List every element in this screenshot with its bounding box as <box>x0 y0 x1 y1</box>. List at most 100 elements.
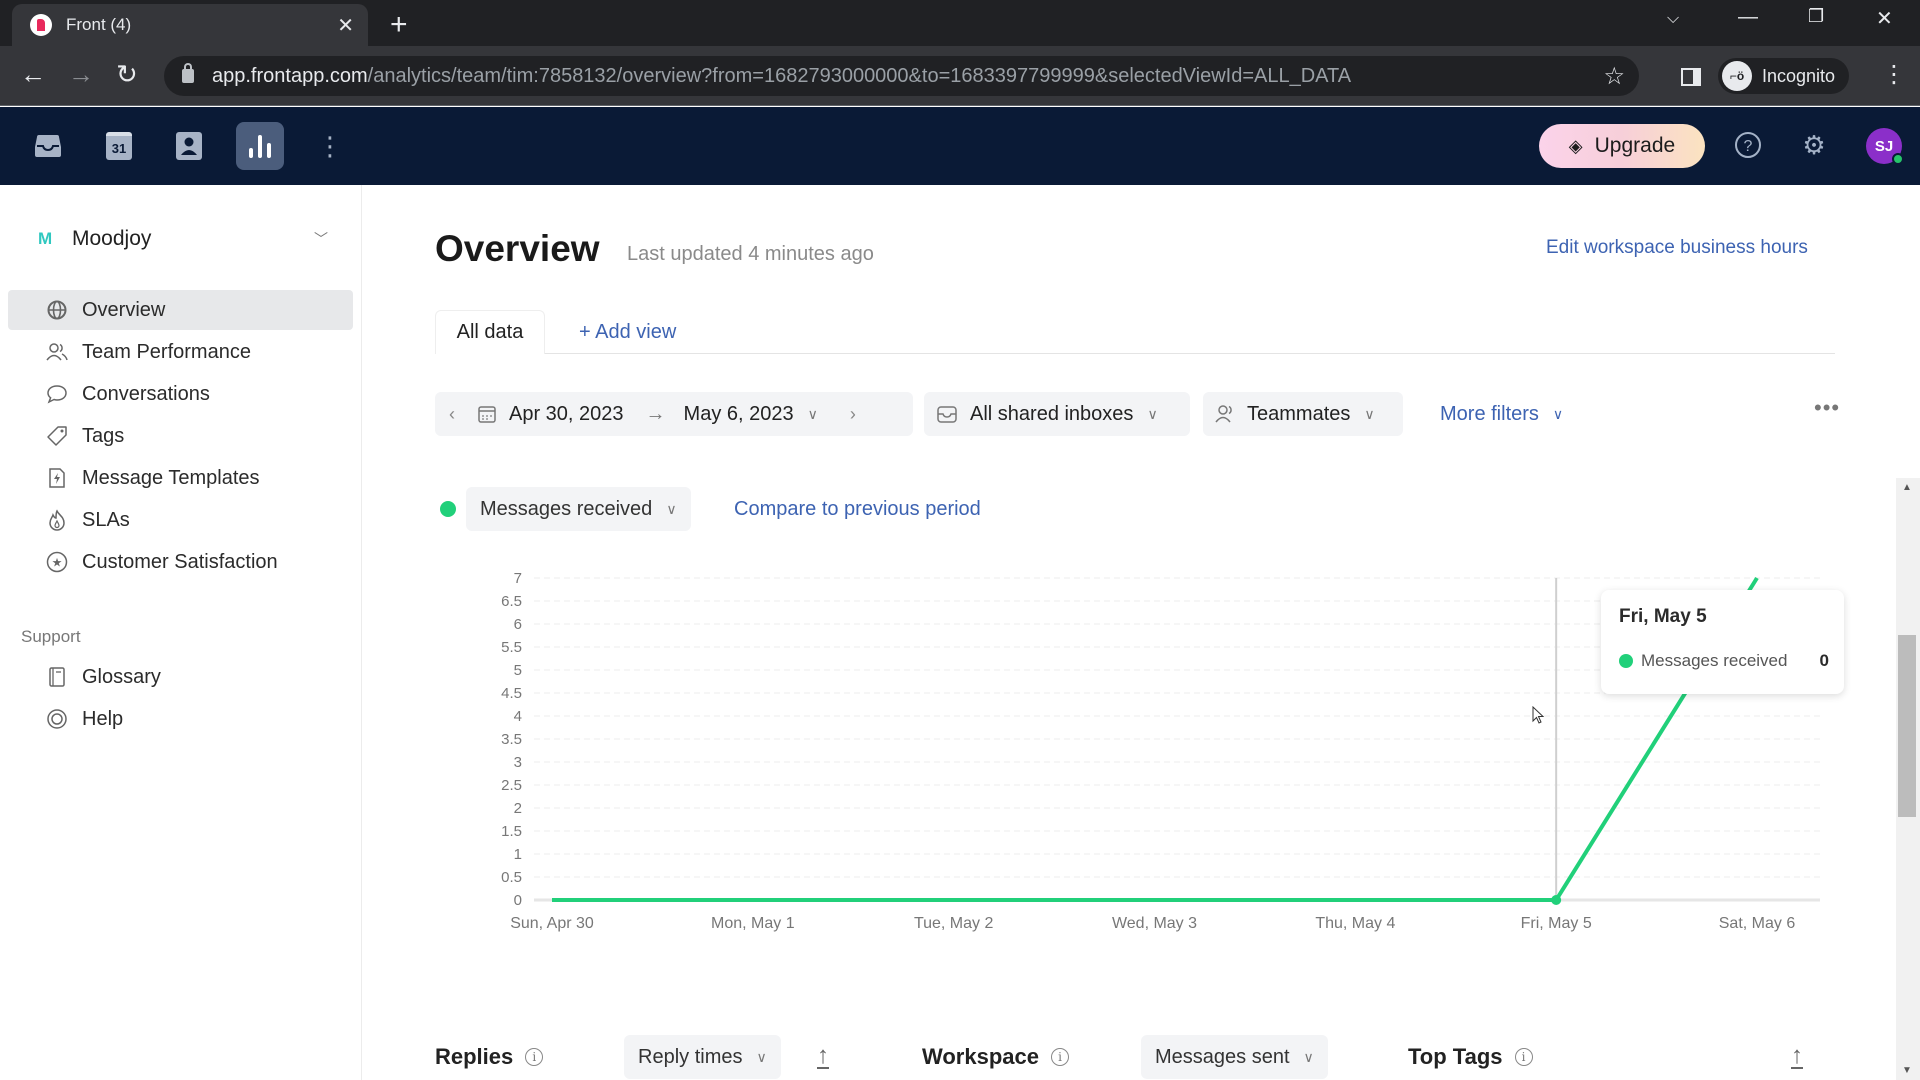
y-tick-label: 2 <box>514 800 522 817</box>
chevron-down-icon: ﹀ <box>314 231 328 247</box>
incognito-profile-button[interactable]: ⌐ö Incognito <box>1718 58 1850 94</box>
tab-all-data[interactable]: All data <box>435 310 545 354</box>
previous-period-icon[interactable]: ‹ <box>449 404 455 425</box>
browser-menu-icon[interactable]: ⋮ <box>1882 60 1906 89</box>
workspace-switcher[interactable]: M Moodjoy ﹀ <box>38 227 328 251</box>
inbox-nav-button[interactable] <box>28 126 68 166</box>
reply-times-label: Reply times <box>638 1045 743 1068</box>
y-tick-label: 6 <box>514 616 522 633</box>
sidebar-item-label: Message Templates <box>82 466 260 489</box>
analytics-nav-button[interactable] <box>236 122 284 170</box>
side-panel-icon[interactable] <box>1681 68 1701 86</box>
minimize-icon[interactable]: — <box>1738 6 1758 29</box>
messages-sent-selector[interactable]: Messages sent ∨ <box>1141 1035 1328 1079</box>
date-range-picker[interactable]: Apr 30, 2023 → May 6, 2023 ∨ <box>477 403 818 426</box>
sidebar-item-glossary[interactable]: Glossary <box>8 657 353 697</box>
reply-times-selector-wrap: Reply times ∨ <box>624 1035 781 1079</box>
next-period-icon[interactable]: › <box>850 404 856 425</box>
y-tick-label: 0 <box>514 892 522 909</box>
inbox-filter-label: All shared inboxes <box>970 402 1134 425</box>
export-icon[interactable]: ↑ <box>1791 1044 1803 1069</box>
sidebar-item-label: Conversations <box>82 382 210 405</box>
workspace-name: Moodjoy <box>72 227 152 250</box>
more-filters-label: More filters <box>1440 403 1539 425</box>
upgrade-button[interactable]: ◈ Upgrade <box>1539 124 1705 168</box>
sidebar: M Moodjoy ﹀ Overview Team Performance Co… <box>0 185 362 1080</box>
chevron-down-icon: ∨ <box>1552 406 1564 422</box>
sidebar-item-help[interactable]: Help <box>8 699 353 739</box>
more-apps-icon[interactable]: ⋮ <box>310 126 350 166</box>
top-tags-title: Top Tags <box>1408 1044 1503 1069</box>
tooltip-row: Messages received 0 <box>1619 651 1829 671</box>
info-icon[interactable]: i <box>525 1048 544 1066</box>
settings-button[interactable]: ⚙ <box>1798 129 1830 161</box>
compare-previous-period-link[interactable]: Compare to previous period <box>734 498 981 521</box>
address-bar[interactable]: app.frontapp.com/analytics/team/tim:7858… <box>164 56 1639 96</box>
teammates-filter-label: Teammates <box>1247 402 1351 425</box>
reply-times-selector[interactable]: Reply times ∨ <box>624 1035 781 1079</box>
sidebar-item-team-performance[interactable]: Team Performance <box>8 332 353 372</box>
info-icon[interactable]: i <box>1514 1048 1533 1066</box>
replies-title: Replies <box>435 1044 514 1069</box>
teammates-filter[interactable]: Teammates ∨ <box>1203 392 1403 436</box>
replies-export-wrap: ↑ <box>817 1035 829 1079</box>
date-to: May 6, 2023 <box>683 402 794 425</box>
sidebar-item-label: Customer Satisfaction <box>82 550 278 573</box>
sidebar-item-conversations[interactable]: Conversations <box>8 374 353 414</box>
new-tab-icon[interactable]: + <box>390 8 408 42</box>
contacts-nav-button[interactable] <box>169 126 209 166</box>
sidebar-item-label: Glossary <box>82 665 161 688</box>
chevron-down-icon: ∨ <box>666 500 677 517</box>
x-tick-label: Sun, Apr 30 <box>510 915 594 932</box>
sidebar-item-slas[interactable]: SLAs <box>8 500 353 540</box>
bookmark-star-icon[interactable]: ☆ <box>1603 62 1625 91</box>
lock-icon <box>182 63 194 83</box>
close-window-icon[interactable]: ✕ <box>1876 6 1893 31</box>
tabs-divider <box>435 353 1835 354</box>
more-filters-button[interactable]: More filters ∨ <box>1440 403 1563 426</box>
tooltip-series-label: Messages received <box>1641 651 1788 670</box>
sidebar-item-overview[interactable]: Overview <box>8 290 353 330</box>
sidebar-item-label: Team Performance <box>82 340 251 363</box>
scroll-down-arrow-icon[interactable]: ▼ <box>1902 1065 1912 1076</box>
metric-selector-label: Messages received <box>480 497 653 520</box>
tooltip-series-dot <box>1619 654 1633 668</box>
upgrade-label: Upgrade <box>1594 134 1676 157</box>
gear-icon: ⚙ <box>1802 129 1826 160</box>
reload-icon[interactable]: ↻ <box>116 60 138 88</box>
restore-icon[interactable]: ❐ <box>1808 6 1824 27</box>
replies-section-header: Replies i <box>435 1035 544 1079</box>
calendar-nav-button[interactable]: 31 <box>99 126 139 166</box>
workspace-title: Workspace <box>922 1044 1039 1069</box>
scrollbar-thumb[interactable] <box>1898 635 1916 817</box>
export-icon[interactable]: ↑ <box>817 1044 829 1069</box>
add-view-button[interactable]: + Add view <box>579 321 676 344</box>
sidebar-item-tags[interactable]: Tags <box>8 416 353 456</box>
more-options-icon[interactable]: ••• <box>1814 395 1840 421</box>
edit-business-hours-link[interactable]: Edit workspace business hours <box>1546 237 1808 259</box>
lightning-doc-icon <box>46 467 68 489</box>
online-status-dot <box>1892 153 1904 165</box>
highlighted-point <box>1551 895 1562 905</box>
info-icon[interactable]: i <box>1050 1048 1069 1066</box>
forward-icon[interactable]: → <box>68 60 94 88</box>
tab-search-chevron-icon[interactable]: ⌵ <box>1667 10 1679 28</box>
browser-tab[interactable]: Front (4) ✕ <box>12 4 368 46</box>
sidebar-item-customer-satisfaction[interactable]: ★ Customer Satisfaction <box>8 542 353 582</box>
inbox-filter[interactable]: All shared inboxes ∨ <box>924 392 1190 436</box>
chevron-down-icon: ∨ <box>1147 405 1158 422</box>
help-button[interactable]: ? <box>1732 129 1764 161</box>
mouse-cursor-icon <box>1532 706 1544 724</box>
page-scrollbar[interactable]: ▲ ▼ <box>1896 478 1920 1080</box>
metric-selector[interactable]: Messages received ∨ <box>466 487 691 531</box>
scroll-up-arrow-icon[interactable]: ▲ <box>1902 482 1912 493</box>
close-tab-icon[interactable]: ✕ <box>337 13 354 38</box>
lifebuoy-icon <box>46 708 68 730</box>
back-icon[interactable]: ← <box>20 60 46 88</box>
calendar-icon: 31 <box>106 132 132 160</box>
incognito-label: Incognito <box>1762 65 1836 86</box>
globe-icon <box>46 299 68 321</box>
sidebar-item-message-templates[interactable]: Message Templates <box>8 458 353 498</box>
user-avatar[interactable]: SJ <box>1866 128 1904 165</box>
x-tick-label: Wed, May 3 <box>1112 915 1197 932</box>
